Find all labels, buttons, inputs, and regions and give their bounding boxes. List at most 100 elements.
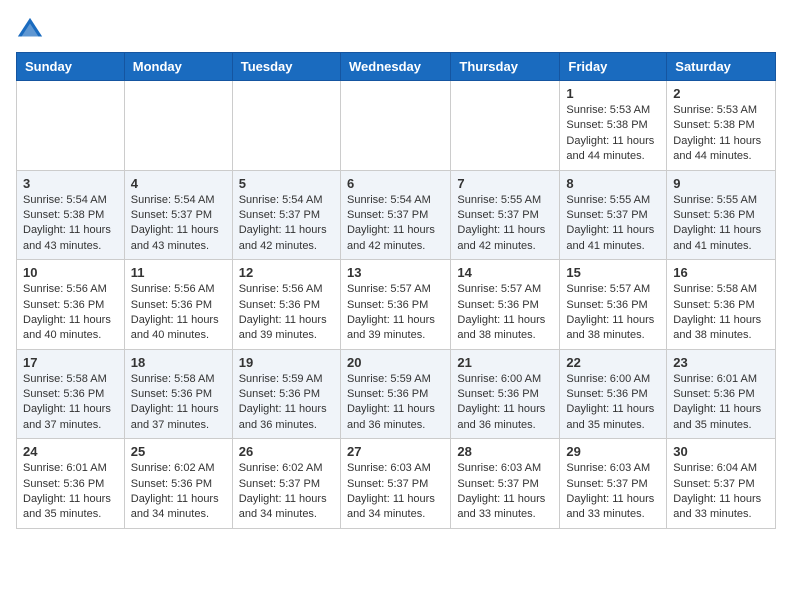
calendar-cell: 9 Sunrise: 5:55 AM Sunset: 5:36 PM Daylig… (667, 170, 776, 260)
day-number: 1 (566, 86, 660, 101)
calendar-table: SundayMondayTuesdayWednesdayThursdayFrid… (16, 52, 776, 529)
page-header (16, 16, 776, 44)
day-info: Sunrise: 5:54 AM Sunset: 5:37 PM Dayligh… (131, 193, 226, 255)
calendar-cell: 16 Sunrise: 5:58 AM Sunset: 5:36 PM Dayli… (667, 260, 776, 350)
weekday-header-saturday: Saturday (667, 53, 776, 81)
day-number: 26 (239, 444, 334, 459)
logo-icon (16, 16, 44, 44)
day-number: 25 (131, 444, 226, 459)
day-info: Sunrise: 6:03 AM Sunset: 5:37 PM Dayligh… (457, 461, 553, 523)
day-info: Sunrise: 6:03 AM Sunset: 5:37 PM Dayligh… (347, 461, 444, 523)
day-number: 14 (457, 265, 553, 280)
day-number: 29 (566, 444, 660, 459)
day-info: Sunrise: 6:03 AM Sunset: 5:37 PM Dayligh… (566, 461, 660, 523)
day-info: Sunrise: 5:53 AM Sunset: 5:38 PM Dayligh… (566, 103, 660, 165)
calendar-week-row: 17 Sunrise: 5:58 AM Sunset: 5:36 PM Dayli… (17, 349, 776, 439)
calendar-cell: 1 Sunrise: 5:53 AM Sunset: 5:38 PM Daylig… (560, 81, 667, 171)
day-info: Sunrise: 5:56 AM Sunset: 5:36 PM Dayligh… (239, 282, 334, 344)
calendar-cell: 20 Sunrise: 5:59 AM Sunset: 5:36 PM Dayli… (340, 349, 450, 439)
calendar-cell (451, 81, 560, 171)
day-number: 4 (131, 176, 226, 191)
day-info: Sunrise: 5:54 AM Sunset: 5:37 PM Dayligh… (239, 193, 334, 255)
day-number: 6 (347, 176, 444, 191)
day-number: 2 (673, 86, 769, 101)
calendar-cell: 12 Sunrise: 5:56 AM Sunset: 5:36 PM Dayli… (232, 260, 340, 350)
calendar-cell: 14 Sunrise: 5:57 AM Sunset: 5:36 PM Dayli… (451, 260, 560, 350)
day-number: 13 (347, 265, 444, 280)
day-info: Sunrise: 5:55 AM Sunset: 5:36 PM Dayligh… (673, 193, 769, 255)
calendar-cell: 2 Sunrise: 5:53 AM Sunset: 5:38 PM Daylig… (667, 81, 776, 171)
day-number: 16 (673, 265, 769, 280)
calendar-cell: 21 Sunrise: 6:00 AM Sunset: 5:36 PM Dayli… (451, 349, 560, 439)
weekday-header-sunday: Sunday (17, 53, 125, 81)
day-info: Sunrise: 5:58 AM Sunset: 5:36 PM Dayligh… (131, 372, 226, 434)
day-info: Sunrise: 6:02 AM Sunset: 5:36 PM Dayligh… (131, 461, 226, 523)
day-info: Sunrise: 5:54 AM Sunset: 5:38 PM Dayligh… (23, 193, 118, 255)
weekday-header-thursday: Thursday (451, 53, 560, 81)
day-number: 27 (347, 444, 444, 459)
day-info: Sunrise: 6:01 AM Sunset: 5:36 PM Dayligh… (23, 461, 118, 523)
calendar-cell: 3 Sunrise: 5:54 AM Sunset: 5:38 PM Daylig… (17, 170, 125, 260)
day-info: Sunrise: 6:00 AM Sunset: 5:36 PM Dayligh… (457, 372, 553, 434)
weekday-header-tuesday: Tuesday (232, 53, 340, 81)
day-number: 18 (131, 355, 226, 370)
day-number: 9 (673, 176, 769, 191)
calendar-week-row: 24 Sunrise: 6:01 AM Sunset: 5:36 PM Dayli… (17, 439, 776, 529)
calendar-cell: 26 Sunrise: 6:02 AM Sunset: 5:37 PM Dayli… (232, 439, 340, 529)
calendar-cell: 19 Sunrise: 5:59 AM Sunset: 5:36 PM Dayli… (232, 349, 340, 439)
calendar-cell: 23 Sunrise: 6:01 AM Sunset: 5:36 PM Dayli… (667, 349, 776, 439)
calendar-cell: 15 Sunrise: 5:57 AM Sunset: 5:36 PM Dayli… (560, 260, 667, 350)
day-number: 22 (566, 355, 660, 370)
day-info: Sunrise: 5:59 AM Sunset: 5:36 PM Dayligh… (239, 372, 334, 434)
calendar-cell: 6Sunrise: 5:54 AM Sunset: 5:37 PM Daylig… (340, 170, 450, 260)
logo (16, 16, 48, 44)
day-number: 7 (457, 176, 553, 191)
day-info: Sunrise: 5:57 AM Sunset: 5:36 PM Dayligh… (566, 282, 660, 344)
calendar-cell (17, 81, 125, 171)
day-number: 21 (457, 355, 553, 370)
day-number: 10 (23, 265, 118, 280)
day-info: Sunrise: 5:56 AM Sunset: 5:36 PM Dayligh… (131, 282, 226, 344)
day-number: 5 (239, 176, 334, 191)
calendar-cell: 7 Sunrise: 5:55 AM Sunset: 5:37 PM Daylig… (451, 170, 560, 260)
weekday-header-monday: Monday (124, 53, 232, 81)
calendar-cell: 28 Sunrise: 6:03 AM Sunset: 5:37 PM Dayli… (451, 439, 560, 529)
weekday-header-friday: Friday (560, 53, 667, 81)
day-number: 12 (239, 265, 334, 280)
day-info: Sunrise: 5:57 AM Sunset: 5:36 PM Dayligh… (347, 282, 444, 344)
day-info: Sunrise: 6:00 AM Sunset: 5:36 PM Dayligh… (566, 372, 660, 434)
calendar-cell: 22 Sunrise: 6:00 AM Sunset: 5:36 PM Dayli… (560, 349, 667, 439)
day-info: Sunrise: 5:58 AM Sunset: 5:36 PM Dayligh… (23, 372, 118, 434)
day-number: 20 (347, 355, 444, 370)
calendar-cell: 30Sunrise: 6:04 AM Sunset: 5:37 PM Dayli… (667, 439, 776, 529)
calendar-cell: 27 Sunrise: 6:03 AM Sunset: 5:37 PM Dayli… (340, 439, 450, 529)
calendar-cell: 24 Sunrise: 6:01 AM Sunset: 5:36 PM Dayli… (17, 439, 125, 529)
day-info: Sunrise: 6:01 AM Sunset: 5:36 PM Dayligh… (673, 372, 769, 434)
calendar-cell: 29 Sunrise: 6:03 AM Sunset: 5:37 PM Dayli… (560, 439, 667, 529)
calendar-cell: 5 Sunrise: 5:54 AM Sunset: 5:37 PM Daylig… (232, 170, 340, 260)
calendar-cell: 11 Sunrise: 5:56 AM Sunset: 5:36 PM Dayli… (124, 260, 232, 350)
day-info: Sunrise: 5:55 AM Sunset: 5:37 PM Dayligh… (457, 193, 553, 255)
day-number: 11 (131, 265, 226, 280)
day-number: 3 (23, 176, 118, 191)
day-number: 17 (23, 355, 118, 370)
day-number: 28 (457, 444, 553, 459)
calendar-week-row: 10 Sunrise: 5:56 AM Sunset: 5:36 PM Dayli… (17, 260, 776, 350)
calendar-cell: 17 Sunrise: 5:58 AM Sunset: 5:36 PM Dayli… (17, 349, 125, 439)
day-number: 23 (673, 355, 769, 370)
day-number: 19 (239, 355, 334, 370)
calendar-header-row: SundayMondayTuesdayWednesdayThursdayFrid… (17, 53, 776, 81)
day-number: 15 (566, 265, 660, 280)
day-number: 8 (566, 176, 660, 191)
day-info: Sunrise: 5:58 AM Sunset: 5:36 PM Dayligh… (673, 282, 769, 344)
calendar-cell (124, 81, 232, 171)
calendar-cell (340, 81, 450, 171)
day-info: Sunrise: 6:02 AM Sunset: 5:37 PM Dayligh… (239, 461, 334, 523)
day-number: 24 (23, 444, 118, 459)
day-info: Sunrise: 5:57 AM Sunset: 5:36 PM Dayligh… (457, 282, 553, 344)
calendar-cell: 8Sunrise: 5:55 AM Sunset: 5:37 PM Daylig… (560, 170, 667, 260)
day-info: Sunrise: 5:53 AM Sunset: 5:38 PM Dayligh… (673, 103, 769, 165)
day-info: Sunrise: 5:59 AM Sunset: 5:36 PM Dayligh… (347, 372, 444, 434)
calendar-cell: 4 Sunrise: 5:54 AM Sunset: 5:37 PM Daylig… (124, 170, 232, 260)
calendar-cell: 18 Sunrise: 5:58 AM Sunset: 5:36 PM Dayli… (124, 349, 232, 439)
